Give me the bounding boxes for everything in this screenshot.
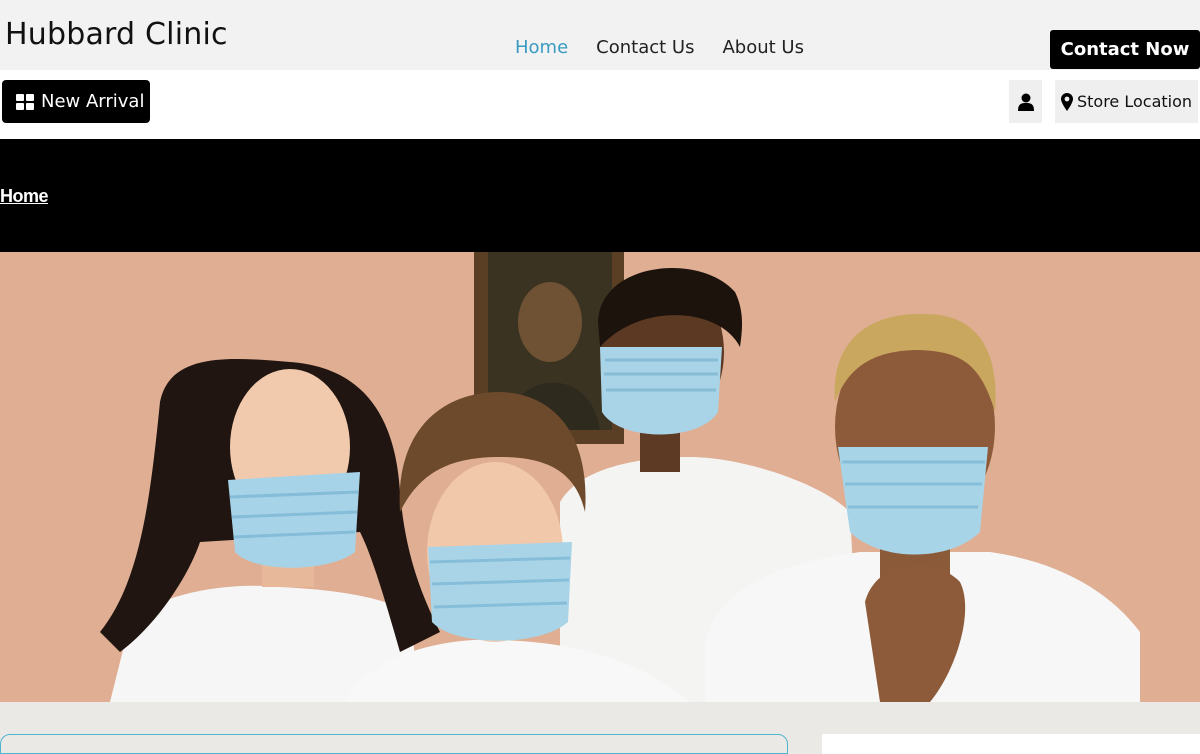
top-header: Hubbard Clinic Home Contact Us About Us … bbox=[0, 0, 1200, 70]
new-arrival-button[interactable]: New Arrival bbox=[2, 80, 150, 123]
grid-icon bbox=[16, 93, 34, 110]
store-location-button[interactable]: Store Location bbox=[1055, 80, 1198, 123]
nav-link-home[interactable]: Home bbox=[515, 37, 568, 58]
breadcrumb-home[interactable]: Home bbox=[0, 186, 49, 207]
page-banner: Home bbox=[0, 139, 1200, 252]
nav-link-about-us[interactable]: About Us bbox=[722, 37, 804, 58]
user-icon bbox=[1017, 93, 1034, 111]
content-card-right bbox=[822, 734, 1200, 754]
main-nav: Home Contact Us About Us bbox=[515, 37, 804, 58]
hero-image bbox=[0, 252, 1200, 702]
store-location-label: Store Location bbox=[1076, 92, 1193, 111]
map-marker-icon bbox=[1060, 92, 1073, 111]
sub-header: New Arrival Store Location bbox=[0, 70, 1200, 139]
hero-photo bbox=[0, 252, 1200, 702]
new-arrival-label: New Arrival bbox=[41, 91, 145, 112]
nav-link-contact-us[interactable]: Contact Us bbox=[596, 37, 694, 58]
account-button[interactable] bbox=[1009, 80, 1042, 123]
content-card-left bbox=[0, 734, 788, 754]
site-brand[interactable]: Hubbard Clinic bbox=[5, 17, 228, 52]
contact-now-button[interactable]: Contact Now bbox=[1050, 30, 1200, 69]
